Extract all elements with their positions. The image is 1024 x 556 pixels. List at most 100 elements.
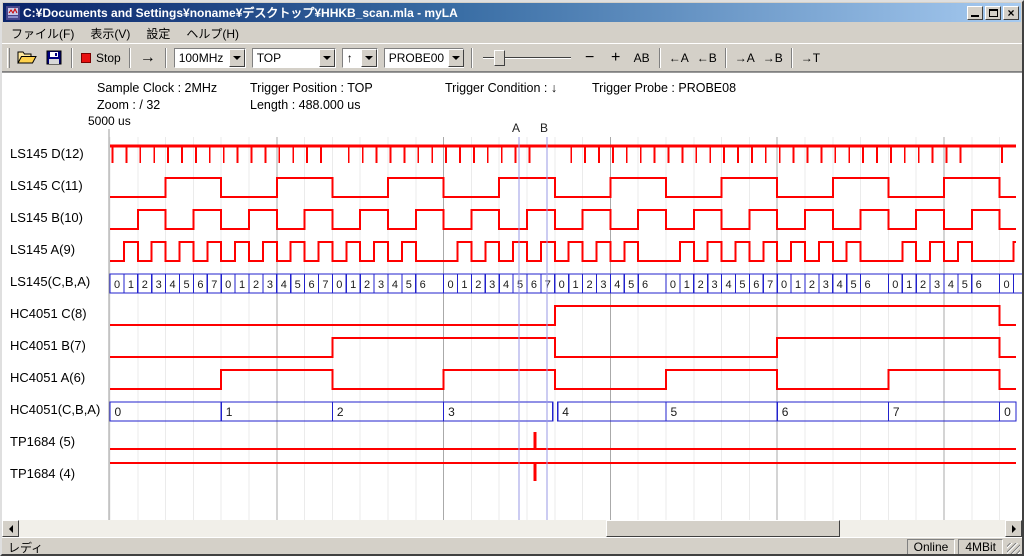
svg-text:0: 0: [892, 279, 898, 291]
svg-text:1: 1: [684, 279, 690, 291]
svg-text:6: 6: [976, 279, 982, 291]
trigger-edge-combo[interactable]: ↑: [342, 48, 378, 68]
channel-wave-1: [110, 178, 1016, 197]
stop-label: Stop: [96, 51, 121, 65]
svg-text:4: 4: [281, 279, 287, 291]
trigger-position-combo[interactable]: TOP: [252, 48, 336, 68]
goto-b-left-button[interactable]: ←B: [693, 47, 721, 69]
svg-text:1: 1: [128, 279, 134, 291]
horizontal-scrollbar: [2, 520, 1022, 537]
channel-wave-6: [110, 338, 1016, 357]
stop-icon: [81, 53, 91, 63]
chevron-down-icon: [233, 56, 241, 60]
channel-wave-5: [110, 306, 1016, 325]
waveform-svg[interactable]: 0123456701234567012345601234567012345601…: [2, 73, 1022, 520]
channel-wave-0: [110, 146, 1016, 163]
marker-b-label[interactable]: B: [537, 121, 551, 135]
menu-settings[interactable]: 設定: [138, 22, 178, 45]
svg-text:5: 5: [517, 279, 523, 291]
toolbar-separator: [71, 48, 73, 68]
channel-wave-10: [110, 463, 1016, 481]
folder-open-icon: [17, 50, 37, 65]
svg-text:2: 2: [253, 279, 259, 291]
svg-text:6: 6: [531, 279, 537, 291]
zoom-slider[interactable]: [481, 48, 573, 68]
svg-text:4: 4: [614, 279, 620, 291]
chevron-down-icon: [365, 56, 373, 60]
svg-text:4: 4: [948, 279, 954, 291]
scroll-left-button[interactable]: [2, 520, 19, 537]
status-message: レディ: [4, 538, 904, 556]
window-title: C:¥Documents and Settings¥noname¥デスクトップ¥…: [23, 4, 965, 21]
title-bar: C:¥Documents and Settings¥noname¥デスクトップ¥…: [3, 3, 1021, 22]
svg-text:1: 1: [573, 279, 579, 291]
svg-text:3: 3: [712, 279, 718, 291]
scrollbar-track[interactable]: [19, 520, 1005, 537]
zoom-in-button[interactable]: +: [603, 47, 629, 69]
zoom-ab-button[interactable]: AB: [629, 47, 655, 69]
menu-help[interactable]: ヘルプ(H): [178, 22, 247, 45]
svg-text:1: 1: [795, 279, 801, 291]
goto-b-right-button[interactable]: →B: [759, 47, 787, 69]
trigger-probe-combo[interactable]: PROBE00: [384, 48, 464, 68]
toolbar-separator: [165, 48, 167, 68]
svg-text:6: 6: [864, 279, 870, 291]
resize-grip[interactable]: [1007, 543, 1020, 556]
marker-a-label[interactable]: A: [509, 121, 523, 135]
trigger-probe-dropdown-button[interactable]: [448, 49, 464, 67]
svg-text:7: 7: [545, 279, 551, 291]
trigger-position-value: TOP: [253, 49, 319, 67]
sample-clock-combo[interactable]: 100MHz: [174, 48, 246, 68]
scrollbar-thumb[interactable]: [606, 520, 840, 537]
svg-text:5: 5: [962, 279, 968, 291]
channel-wave-8: 012345670: [110, 402, 1016, 421]
svg-text:5: 5: [295, 279, 301, 291]
toolbar-separator: [129, 48, 131, 68]
svg-text:6: 6: [782, 405, 789, 419]
menu-file[interactable]: ファイル(F): [3, 22, 82, 45]
svg-text:0: 0: [114, 279, 120, 291]
memory-badge: 4MBit: [958, 539, 1003, 555]
svg-text:6: 6: [308, 279, 314, 291]
minimize-button[interactable]: [967, 6, 983, 20]
close-icon: ×: [1007, 8, 1014, 18]
svg-text:5: 5: [851, 279, 857, 291]
open-button[interactable]: [13, 47, 41, 69]
svg-text:4: 4: [562, 405, 569, 419]
channel-wave-2: [110, 210, 1016, 229]
scroll-right-button[interactable]: [1005, 520, 1022, 537]
svg-text:0: 0: [336, 279, 342, 291]
goto-a-right-button[interactable]: →A: [731, 47, 759, 69]
svg-text:6: 6: [642, 279, 648, 291]
run-button[interactable]: →: [135, 47, 161, 69]
svg-text:5: 5: [671, 405, 678, 419]
svg-text:4: 4: [503, 279, 509, 291]
zoom-out-button[interactable]: −: [577, 47, 603, 69]
save-button[interactable]: [41, 47, 67, 69]
svg-text:2: 2: [809, 279, 815, 291]
goto-trigger-button[interactable]: →T: [797, 47, 824, 69]
sample-clock-dropdown-button[interactable]: [229, 49, 245, 67]
svg-text:3: 3: [489, 279, 495, 291]
maximize-button[interactable]: [985, 6, 1001, 20]
svg-text:3: 3: [600, 279, 606, 291]
toolbar-separator: [791, 48, 793, 68]
svg-text:2: 2: [475, 279, 481, 291]
svg-text:2: 2: [337, 405, 344, 419]
trigger-edge-dropdown-button[interactable]: [361, 49, 377, 67]
close-button[interactable]: ×: [1003, 6, 1019, 20]
trigger-position-dropdown-button[interactable]: [319, 49, 335, 67]
toolbar-separator: [659, 48, 661, 68]
stop-button[interactable]: Stop: [77, 47, 125, 69]
svg-text:1: 1: [226, 405, 233, 419]
svg-text:3: 3: [156, 279, 162, 291]
svg-text:5: 5: [183, 279, 189, 291]
svg-text:0: 0: [1004, 405, 1011, 419]
svg-text:3: 3: [823, 279, 829, 291]
toolbar-separator: [471, 48, 473, 68]
menu-view[interactable]: 表示(V): [82, 22, 138, 45]
svg-text:0: 0: [670, 279, 676, 291]
menu-bar: ファイル(F) 表示(V) 設定 ヘルプ(H): [2, 23, 1022, 43]
zoom-slider-handle[interactable]: [494, 50, 505, 66]
goto-a-left-button[interactable]: ←A: [665, 47, 693, 69]
